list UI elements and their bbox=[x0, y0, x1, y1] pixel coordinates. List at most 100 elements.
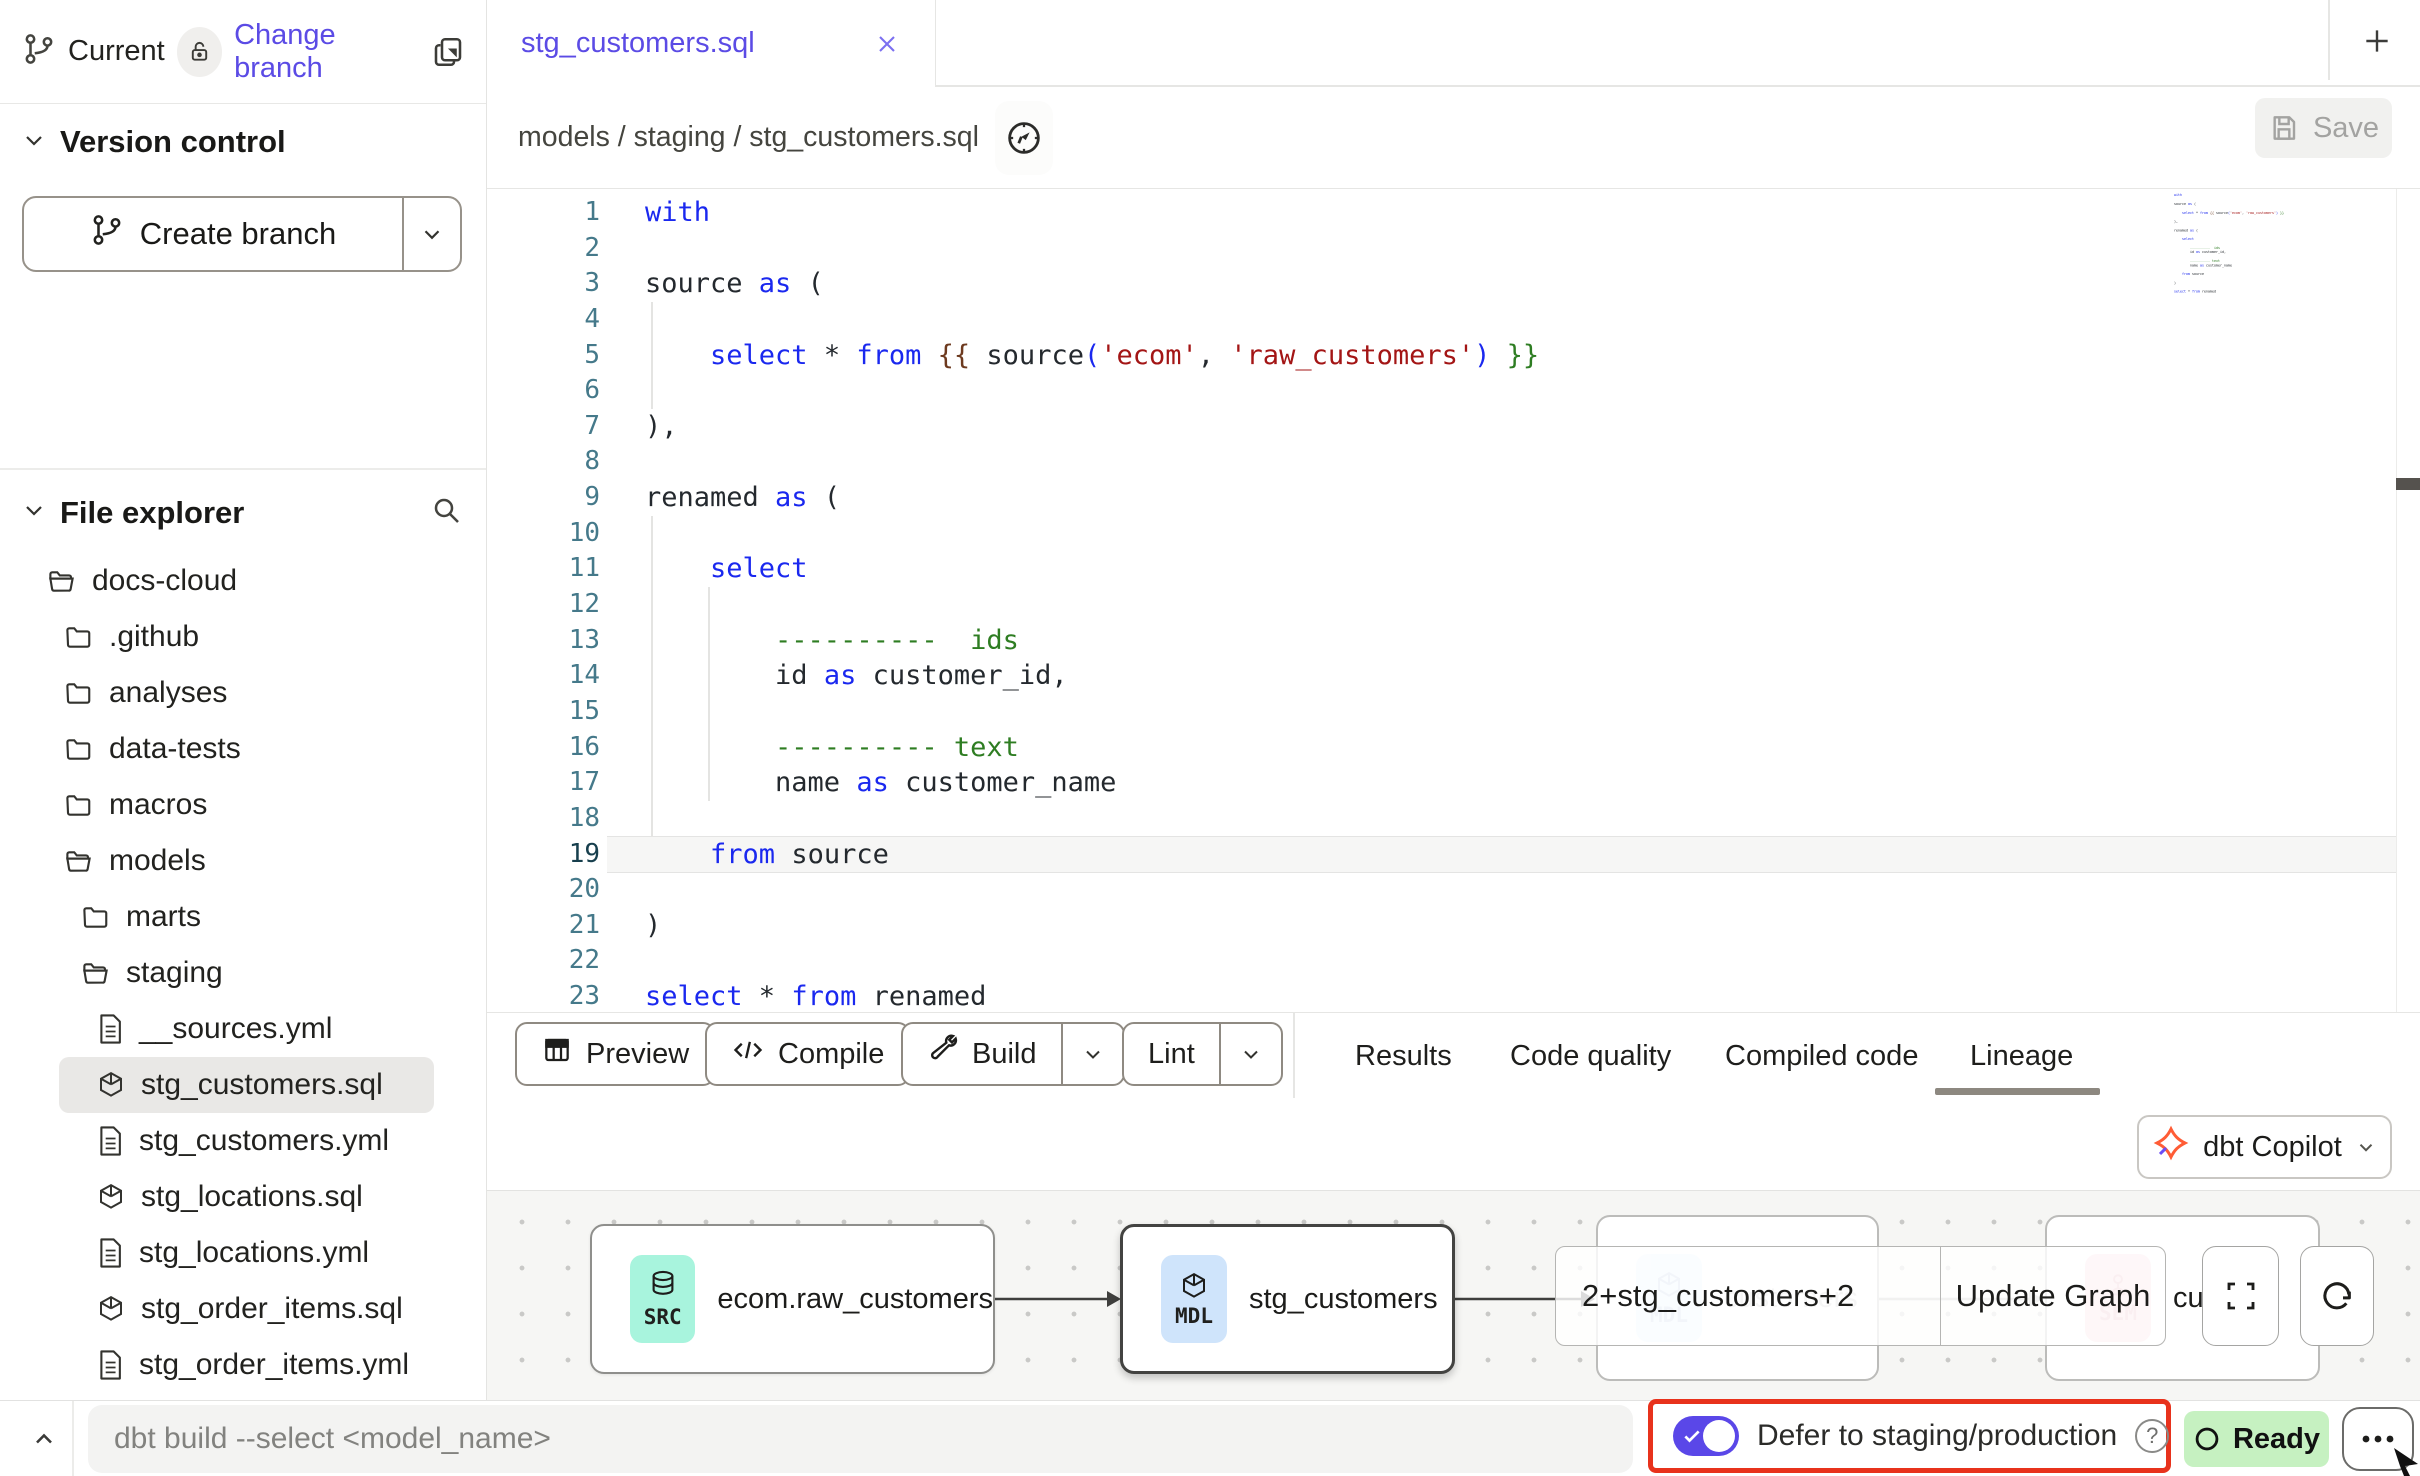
breadcrumb-row: models / staging / stg_customers.sql Sav… bbox=[487, 87, 2420, 189]
file-label: docs-cloud bbox=[92, 564, 237, 598]
scrollbar-thumb[interactable] bbox=[2396, 478, 2420, 490]
file-tree-item-stg-locations-sql[interactable]: stg_locations.sql bbox=[22, 1169, 462, 1225]
fullscreen-button[interactable] bbox=[2202, 1246, 2279, 1346]
lint-button[interactable]: Lint bbox=[1122, 1022, 1283, 1086]
copy-icon[interactable] bbox=[430, 34, 466, 70]
lineage-panel[interactable]: SRC ecom.raw_customers MDL stg_customers… bbox=[487, 1190, 2420, 1400]
collapse-panel-button[interactable] bbox=[24, 1419, 64, 1459]
ellipsis-icon bbox=[2361, 1434, 2395, 1444]
file-tree-item-stg-customers-yml[interactable]: stg_customers.yml bbox=[22, 1113, 462, 1169]
tab-code-quality[interactable]: Code quality bbox=[1510, 1013, 1671, 1099]
update-graph-button[interactable]: Update Graph bbox=[1941, 1247, 2165, 1345]
help-icon[interactable]: ? bbox=[2135, 1419, 2169, 1453]
file-tree-item--github[interactable]: .github bbox=[22, 609, 462, 665]
preview-button[interactable]: Preview bbox=[515, 1022, 715, 1086]
model-icon bbox=[96, 1181, 126, 1213]
create-branch-caret[interactable] bbox=[402, 198, 460, 270]
file-tree-item-data-tests[interactable]: data-tests bbox=[22, 721, 462, 777]
file-icon bbox=[96, 1125, 124, 1157]
refresh-icon bbox=[2318, 1277, 2356, 1315]
lineage-filter-bar: 2+stg_customers+2 Update Graph bbox=[1555, 1246, 2166, 1346]
badge-label: MDL bbox=[1175, 1304, 1213, 1328]
breadcrumb: models / staging / stg_customers.sql bbox=[518, 121, 979, 154]
compile-button[interactable]: Compile bbox=[705, 1022, 910, 1086]
tab-compiled-code[interactable]: Compiled code bbox=[1725, 1013, 1918, 1099]
file-tree-item-docs-cloud[interactable]: docs-cloud bbox=[22, 553, 462, 609]
file-tree-item-staging[interactable]: staging bbox=[22, 945, 462, 1001]
file-label: models bbox=[109, 844, 206, 878]
dbt-cloud-ide: Current Change branch Version control bbox=[0, 0, 2420, 1476]
active-tab-underline bbox=[1935, 1088, 2100, 1095]
search-icon[interactable] bbox=[430, 494, 462, 531]
tab-results[interactable]: Results bbox=[1355, 1013, 1452, 1099]
code-content: with source as ( select * from {{ source… bbox=[2174, 193, 2395, 294]
badge-label: SRC bbox=[644, 1305, 682, 1329]
version-control-title: Version control bbox=[60, 124, 286, 160]
lineage-selector-input[interactable]: 2+stg_customers+2 bbox=[1556, 1247, 1941, 1345]
folder-icon bbox=[62, 790, 94, 820]
file-label: staging bbox=[126, 956, 223, 990]
save-button[interactable]: Save bbox=[2255, 98, 2392, 158]
lint-caret[interactable] bbox=[1219, 1024, 1281, 1084]
file-explorer-title: File explorer bbox=[60, 495, 244, 531]
folder-open-icon bbox=[79, 958, 111, 988]
file-label: __sources.yml bbox=[139, 1012, 332, 1046]
code-editor[interactable]: 1234567891011121314151617181920212223 wi… bbox=[487, 189, 2420, 1012]
file-tree-item--sources-yml[interactable]: __sources.yml bbox=[22, 1001, 462, 1057]
file-tree-item-stg-order-items-yml[interactable]: stg_order_items.yml bbox=[22, 1337, 462, 1393]
wrench-icon bbox=[927, 1034, 959, 1074]
model-icon bbox=[96, 1293, 126, 1325]
folder-icon bbox=[62, 622, 94, 652]
file-tree-item-macros[interactable]: macros bbox=[22, 777, 462, 833]
tab-lineage[interactable]: Lineage bbox=[1970, 1013, 2073, 1099]
defer-label: Defer to staging/production bbox=[1757, 1419, 2117, 1453]
file-tree: docs-cloud .githubanalyses data-tests macro… bbox=[22, 553, 462, 1393]
file-tree-item-models[interactable]: models bbox=[22, 833, 462, 889]
main-panel: stg_customers.sql models / staging / stg… bbox=[487, 0, 2420, 1400]
node-label: ecom.raw_customers bbox=[717, 1283, 993, 1316]
node-label: stg_customers bbox=[1249, 1283, 1438, 1316]
sidebar: Current Change branch Version control bbox=[0, 0, 487, 1400]
chevron-down-icon[interactable] bbox=[22, 128, 46, 157]
action-toolbar: Preview Compile Build bbox=[487, 1012, 2420, 1098]
file-icon bbox=[96, 1013, 124, 1045]
command-input[interactable]: dbt build --select <model_name> bbox=[88, 1405, 1633, 1473]
cube-icon bbox=[1179, 1270, 1209, 1302]
git-branch-icon bbox=[90, 213, 124, 255]
minimap[interactable]: with source as ( select * from {{ source… bbox=[2174, 193, 2395, 1003]
file-label: data-tests bbox=[109, 732, 241, 766]
chevron-down-icon bbox=[2355, 1136, 2377, 1158]
copilot-label: dbt Copilot bbox=[2203, 1131, 2342, 1164]
defer-toggle[interactable] bbox=[1673, 1416, 1739, 1456]
file-tree-item-stg-locations-yml[interactable]: stg_locations.yml bbox=[22, 1225, 462, 1281]
lineage-node-source[interactable]: SRC ecom.raw_customers bbox=[590, 1224, 995, 1374]
editor-separator bbox=[2396, 189, 2398, 1012]
tab-stg-customers-sql[interactable]: stg_customers.sql bbox=[487, 0, 936, 87]
refresh-button[interactable] bbox=[2300, 1246, 2374, 1346]
model-icon bbox=[96, 1069, 126, 1101]
build-button[interactable]: Build bbox=[901, 1022, 1125, 1086]
create-branch-button[interactable]: Create branch bbox=[22, 196, 462, 272]
file-label: macros bbox=[109, 788, 207, 822]
preview-label: Preview bbox=[586, 1038, 689, 1071]
save-label: Save bbox=[2313, 112, 2379, 145]
build-caret[interactable] bbox=[1061, 1024, 1123, 1084]
status-circle-icon bbox=[2193, 1425, 2221, 1453]
file-tree-item-analyses[interactable]: analyses bbox=[22, 665, 462, 721]
file-label: stg_locations.sql bbox=[141, 1180, 363, 1214]
file-label: marts bbox=[126, 900, 201, 934]
compass-icon[interactable] bbox=[995, 101, 1053, 175]
dbt-copilot-button[interactable]: dbt Copilot bbox=[2137, 1115, 2392, 1179]
file-icon bbox=[96, 1237, 124, 1269]
new-tab-button[interactable] bbox=[2349, 13, 2405, 69]
chevron-down-icon[interactable] bbox=[22, 498, 46, 527]
change-branch-link[interactable]: Change branch bbox=[234, 19, 414, 85]
mouse-cursor bbox=[2394, 1448, 2420, 1476]
file-tree-item-stg-order-items-sql[interactable]: stg_order_items.sql bbox=[22, 1281, 462, 1337]
file-tree-item-marts[interactable]: marts bbox=[22, 889, 462, 945]
file-tree-item-stg-customers-sql[interactable]: stg_customers.sql bbox=[59, 1057, 434, 1113]
close-icon[interactable] bbox=[873, 30, 901, 58]
lineage-node-stg-customers[interactable]: MDL stg_customers bbox=[1120, 1224, 1455, 1374]
version-control-section: Version control Create branch bbox=[0, 104, 486, 470]
tab-label: stg_customers.sql bbox=[521, 27, 755, 60]
